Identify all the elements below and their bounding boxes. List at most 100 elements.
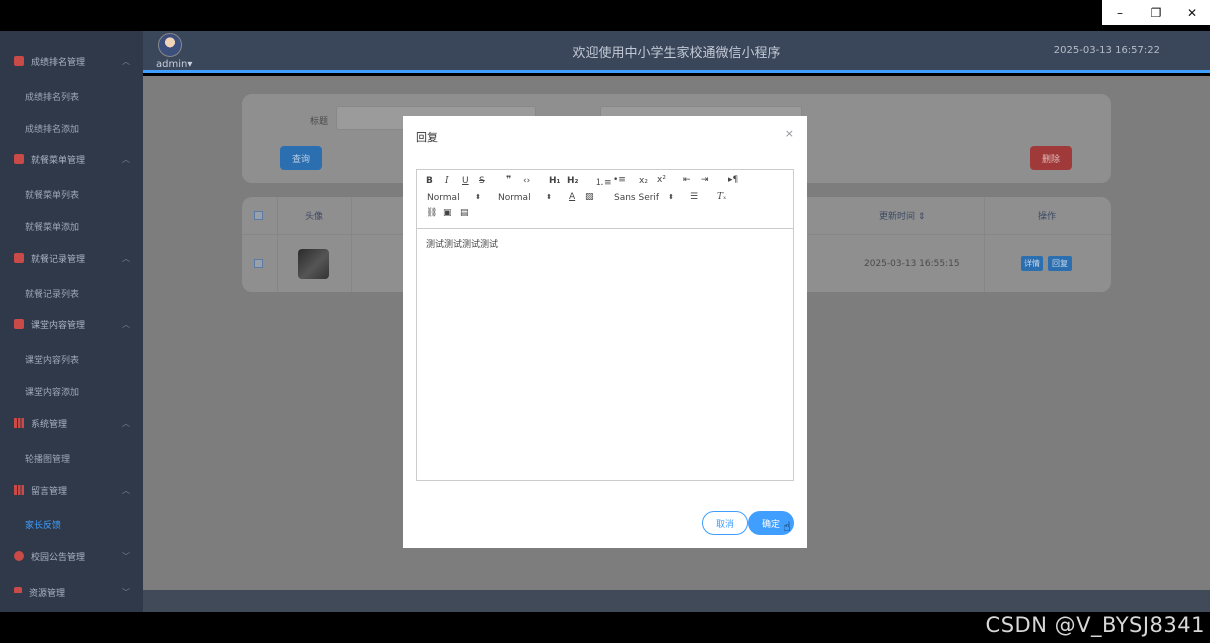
text-direction-icon[interactable]: ▸¶ bbox=[728, 175, 738, 185]
reply-button[interactable]: 回复 bbox=[1048, 256, 1072, 271]
size-picker[interactable]: Normal ⬍ bbox=[498, 193, 552, 203]
window-controls: – ❐ ✕ bbox=[1102, 0, 1210, 25]
strike-icon[interactable]: S bbox=[479, 176, 485, 186]
user-menu[interactable]: admin▾ bbox=[156, 59, 192, 70]
select-all-checkbox[interactable] bbox=[254, 211, 263, 220]
sidebar-group-label: 留言管理 bbox=[31, 486, 68, 497]
delete-button[interactable]: 删除 bbox=[1030, 146, 1072, 170]
detail-button[interactable]: 详情 bbox=[1021, 256, 1043, 271]
sidebar: 成绩排名管理 ︿ 成绩排名列表 成绩排名添加 就餐菜单管理 ︿ 就餐菜单列表 就… bbox=[0, 31, 143, 612]
align-icon[interactable]: ☰ bbox=[690, 192, 698, 202]
editor-toolbar: B I U S ❞ ‹› H₁ H₂ ⒈≡ •≡ x₂ x² ⇤ ⇥ ▸¶ No… bbox=[417, 170, 793, 229]
sidebar-item-class-list[interactable]: 课堂内容列表 bbox=[25, 353, 79, 366]
screen: – ❐ ✕ 成绩排名管理 ︿ 成绩排名列表 成绩排名添加 就餐菜单管理 ︿ 就餐… bbox=[0, 0, 1210, 643]
sidebar-group-menu[interactable]: 就餐菜单管理 ︿ bbox=[0, 144, 143, 174]
bottom-bar bbox=[143, 590, 1210, 612]
sidebar-group-resource[interactable]: 资源管理 ﹀ bbox=[0, 577, 143, 607]
minimize-button[interactable]: – bbox=[1102, 0, 1138, 25]
sidebar-item-score-list[interactable]: 成绩排名列表 bbox=[25, 90, 79, 103]
superscript-icon[interactable]: x² bbox=[657, 175, 666, 185]
column-divider bbox=[984, 197, 985, 292]
check-icon bbox=[14, 154, 24, 164]
sidebar-item-score-add[interactable]: 成绩排名添加 bbox=[25, 122, 79, 135]
header-avatar: 头像 bbox=[305, 212, 324, 222]
sidebar-group-notice[interactable]: 校园公告管理 ﹀ bbox=[0, 541, 143, 571]
size-picker-value: Normal bbox=[498, 193, 531, 203]
check-icon bbox=[14, 253, 24, 263]
header2-icon[interactable]: H₂ bbox=[567, 176, 578, 186]
header-updated[interactable]: 更新时间 ⇕ bbox=[879, 209, 925, 222]
app-title: 欢迎使用中小学生家校通微信小程序 bbox=[572, 46, 781, 61]
search-button[interactable]: 查询 bbox=[280, 146, 322, 170]
header-picker-value: Normal bbox=[427, 193, 460, 203]
chevron-down-icon: ﹀ bbox=[122, 551, 130, 561]
sidebar-group-label: 就餐菜单管理 bbox=[31, 155, 86, 166]
chevron-up-icon: ︿ bbox=[122, 253, 130, 263]
sidebar-group-label: 成绩排名管理 bbox=[31, 57, 86, 68]
close-icon[interactable]: × bbox=[785, 127, 794, 140]
background-color-icon[interactable]: ▨ bbox=[585, 192, 594, 202]
chevron-down-icon: ﹀ bbox=[122, 587, 130, 597]
rich-text-editor: B I U S ❞ ‹› H₁ H₂ ⒈≡ •≡ x₂ x² ⇤ ⇥ ▸¶ No… bbox=[416, 169, 794, 481]
sidebar-group-label: 校园公告管理 bbox=[31, 552, 86, 563]
font-picker-value: Sans Serif bbox=[614, 193, 660, 203]
sidebar-item-menu-list[interactable]: 就餐菜单列表 bbox=[25, 188, 79, 201]
sidebar-item-class-add[interactable]: 课堂内容添加 bbox=[25, 385, 79, 398]
header1-icon[interactable]: H₁ bbox=[549, 176, 560, 186]
chevron-up-icon: ︿ bbox=[122, 319, 130, 329]
outdent-icon[interactable]: ⇤ bbox=[683, 175, 691, 185]
sidebar-item-carousel[interactable]: 轮播图管理 bbox=[25, 452, 70, 465]
reply-dialog: 回复 × B I U S ❞ ‹› H₁ H₂ ⒈≡ •≡ x₂ x² ⇤ ⇥ … bbox=[403, 116, 807, 548]
avatar[interactable] bbox=[158, 33, 182, 57]
chevron-up-icon: ︿ bbox=[122, 56, 130, 66]
header-picker[interactable]: Normal ⬍ bbox=[427, 193, 481, 203]
code-block-icon[interactable]: ‹› bbox=[523, 176, 530, 186]
username: admin bbox=[156, 59, 188, 70]
flag-icon bbox=[14, 587, 22, 597]
sidebar-group-meal-record[interactable]: 就餐记录管理 ︿ bbox=[0, 243, 143, 273]
font-picker[interactable]: Sans Serif ⬍ bbox=[614, 193, 674, 203]
chevron-up-icon: ︿ bbox=[122, 154, 130, 164]
sidebar-group-class[interactable]: 课堂内容管理 ︿ bbox=[0, 309, 143, 339]
font-color-icon[interactable]: A bbox=[569, 192, 575, 202]
blockquote-icon[interactable]: ❞ bbox=[506, 175, 511, 185]
cancel-button[interactable]: 取消 bbox=[702, 511, 748, 535]
sidebar-item-parent-feedback[interactable]: 家长反馈 bbox=[25, 518, 61, 531]
dialog-title: 回复 bbox=[416, 131, 438, 144]
link-icon[interactable]: ⛓ bbox=[426, 208, 437, 218]
picker-arrows-icon: ⬍ bbox=[475, 193, 481, 201]
ordered-list-icon[interactable]: ⒈≡ bbox=[595, 175, 612, 188]
bullet-list-icon[interactable]: •≡ bbox=[613, 175, 626, 185]
sidebar-group-label: 就餐记录管理 bbox=[31, 254, 86, 265]
row-avatar bbox=[298, 249, 329, 279]
row-checkbox[interactable] bbox=[254, 259, 263, 268]
close-window-button[interactable]: ✕ bbox=[1174, 0, 1210, 25]
mouse-cursor-icon: ☝ bbox=[783, 520, 791, 535]
sort-icon: ⇕ bbox=[917, 212, 926, 222]
chevron-up-icon: ︿ bbox=[122, 485, 130, 495]
underline-icon[interactable]: U bbox=[462, 176, 469, 186]
picker-arrows-icon: ⬍ bbox=[668, 193, 674, 201]
bold-icon[interactable]: B bbox=[426, 176, 433, 186]
subscript-icon[interactable]: x₂ bbox=[639, 176, 648, 186]
sidebar-group-message[interactable]: 留言管理 ︿ bbox=[0, 475, 143, 505]
sidebar-item-meal-record-list[interactable]: 就餐记录列表 bbox=[25, 287, 79, 300]
editor-content[interactable]: 测试测试测试测试 bbox=[426, 237, 498, 250]
check-icon bbox=[14, 319, 24, 329]
sidebar-group-score[interactable]: 成绩排名管理 ︿ bbox=[0, 46, 143, 76]
restore-button[interactable]: ❐ bbox=[1138, 0, 1174, 25]
sidebar-group-label: 系统管理 bbox=[31, 419, 68, 430]
indent-icon[interactable]: ⇥ bbox=[701, 175, 709, 185]
sidebar-item-menu-add[interactable]: 就餐菜单添加 bbox=[25, 220, 79, 233]
header-updated-label: 更新时间 bbox=[879, 212, 916, 222]
check-icon bbox=[14, 56, 24, 66]
caret-down-icon: ▾ bbox=[187, 59, 193, 70]
topbar: 欢迎使用中小学生家校通微信小程序 2025-03-13 16:57:22 bbox=[143, 31, 1210, 73]
sidebar-group-label: 课堂内容管理 bbox=[31, 320, 86, 331]
italic-icon[interactable]: I bbox=[445, 176, 449, 186]
bar-chart-icon bbox=[14, 485, 24, 495]
sidebar-group-system[interactable]: 系统管理 ︿ bbox=[0, 408, 143, 438]
image-icon[interactable]: ▣ bbox=[443, 208, 452, 218]
video-icon[interactable]: ▤ bbox=[460, 208, 469, 218]
clear-format-icon[interactable]: Tₓ bbox=[717, 192, 726, 202]
